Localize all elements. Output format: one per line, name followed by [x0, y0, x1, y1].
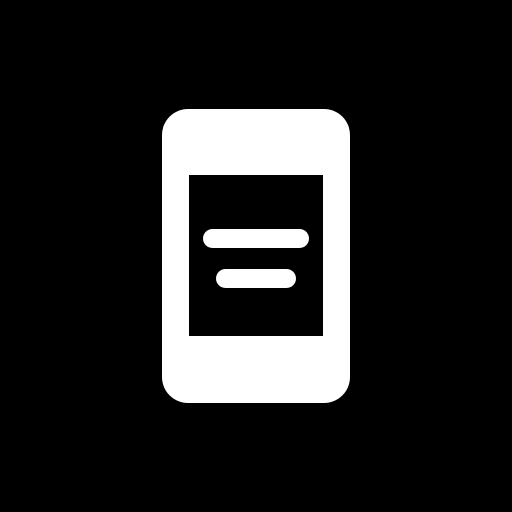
- phone-screen: [189, 175, 323, 336]
- icon-canvas: [0, 0, 512, 512]
- text-line-icon: [216, 269, 296, 288]
- text-line-icon: [203, 229, 309, 248]
- mobile-document-icon: [162, 109, 350, 403]
